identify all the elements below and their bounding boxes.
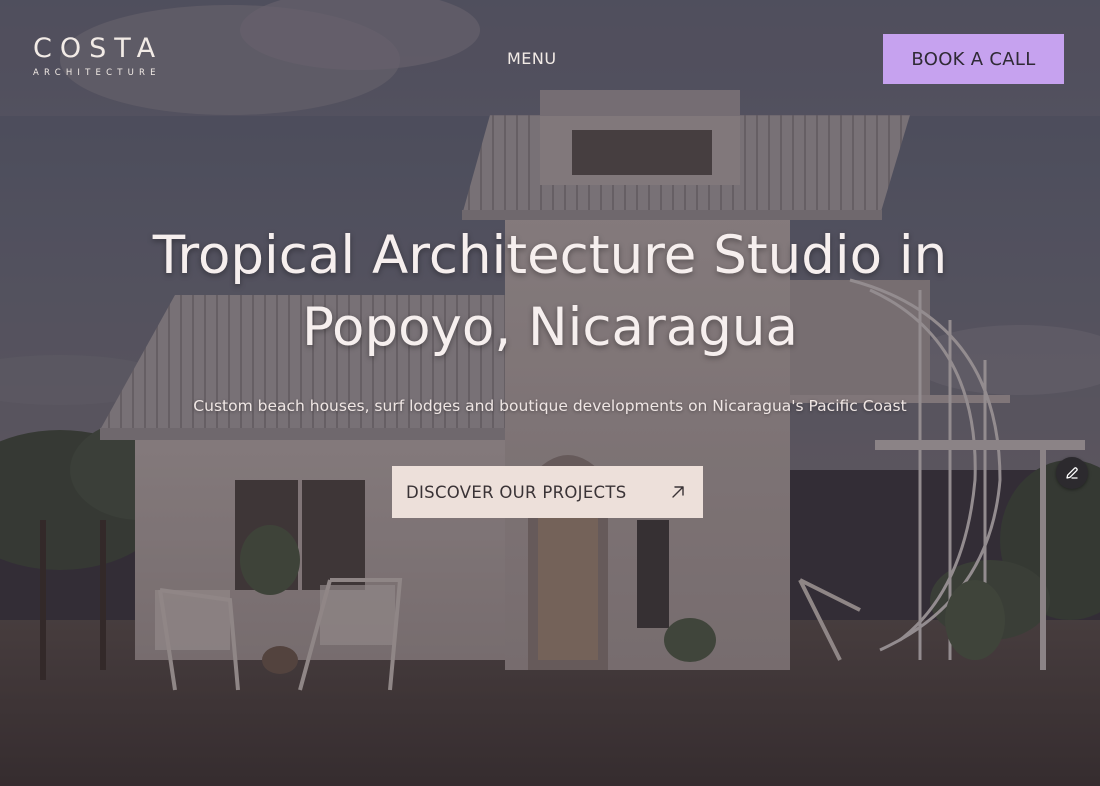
pencil-edit-icon: [1066, 467, 1078, 479]
hero-background-image: [0, 0, 1100, 786]
discover-projects-label: DISCOVER OUR PROJECTS: [406, 482, 627, 502]
logo-tagline: ARCHITECTURE: [33, 68, 161, 78]
arrow-up-right-icon: [672, 486, 684, 498]
menu-button[interactable]: MENU: [507, 49, 557, 68]
edit-floating-button[interactable]: [1056, 457, 1088, 489]
book-a-call-button[interactable]: BOOK A CALL: [883, 34, 1064, 84]
site-header: COSTA ARCHITECTURE MENU BOOK A CALL: [0, 0, 1100, 116]
hero-page: COSTA ARCHITECTURE MENU BOOK A CALL Trop…: [0, 0, 1100, 786]
hero-title: Tropical Architecture Studio in Popoyo, …: [152, 225, 948, 358]
hero-subtitle: Custom beach houses, surf lodges and bou…: [193, 397, 907, 415]
brand-logo[interactable]: COSTA ARCHITECTURE: [33, 33, 173, 79]
discover-projects-button[interactable]: DISCOVER OUR PROJECTS: [392, 466, 703, 518]
logo-wordmark: COSTA: [33, 33, 164, 64]
